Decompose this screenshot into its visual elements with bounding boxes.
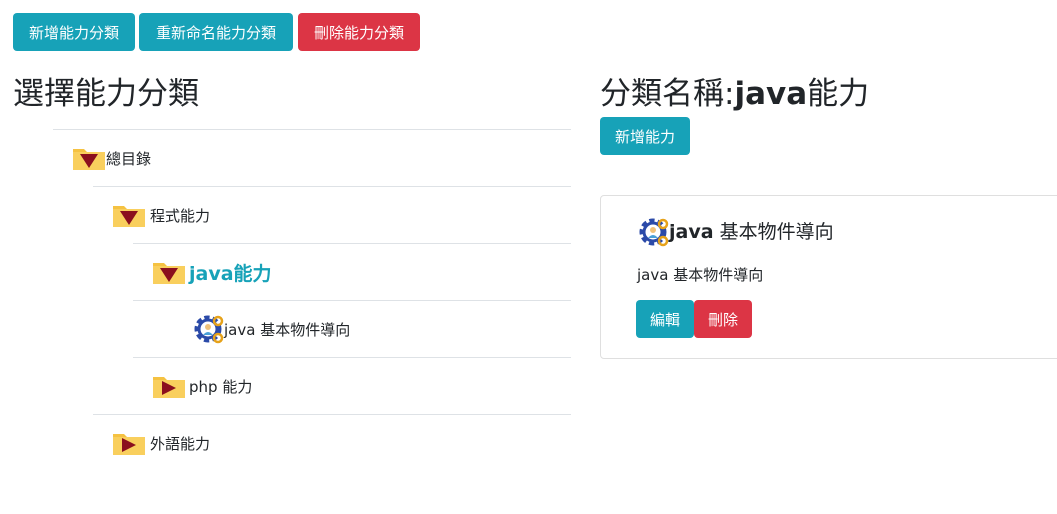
- tree-item-label: 程式能力: [150, 206, 211, 225]
- folder-open-icon: [153, 263, 185, 284]
- category-name-suffix: 能力: [807, 76, 870, 112]
- tree-item-java-oop[interactable]: java 基本物件導向: [133, 300, 571, 357]
- tree-item-foreign-language[interactable]: 外語能力: [93, 414, 571, 471]
- folder-open-icon: [73, 149, 105, 170]
- delete-button[interactable]: 刪除: [694, 300, 752, 338]
- add-skill-button[interactable]: 新增能力: [600, 117, 690, 155]
- tree-item-label: java能力: [189, 262, 272, 285]
- select-category-title: 選擇能力分類: [13, 76, 199, 112]
- page: 新增能力分類 重新命名能力分類 刪除能力分類 選擇能力分類 總目錄 程式能力 j…: [0, 0, 1057, 514]
- category-name-value: java: [734, 76, 808, 112]
- skill-card-title-bold: java: [669, 221, 714, 243]
- gear-user-icon: [639, 218, 669, 247]
- tree-item-root[interactable]: 總目錄: [53, 129, 571, 186]
- add-category-button[interactable]: 新增能力分類: [13, 13, 135, 51]
- edit-button[interactable]: 編輯: [636, 300, 694, 338]
- tree-item-label: java 基本物件導向: [224, 320, 351, 339]
- delete-category-button[interactable]: 刪除能力分類: [298, 13, 420, 51]
- folder-closed-icon: [113, 434, 145, 455]
- folder-open-icon: [113, 206, 145, 227]
- skill-card-title-rest: 基本物件導向: [713, 221, 834, 243]
- category-name-prefix: 分類名稱:: [600, 76, 735, 112]
- skill-card: java 基本物件導向 java 基本物件導向 編輯 刪除: [600, 195, 1057, 359]
- category-name-title: 分類名稱:java能力: [600, 74, 869, 114]
- tree-item-label: php 能力: [189, 377, 253, 396]
- skill-card-title: java 基本物件導向: [637, 216, 834, 248]
- tree-item-label: 總目錄: [106, 149, 152, 168]
- skill-card-text: java 基本物件導向: [637, 266, 764, 284]
- tree-item-php[interactable]: php 能力: [133, 357, 571, 414]
- tree-item-label: 外語能力: [150, 434, 211, 453]
- folder-closed-icon: [153, 377, 185, 398]
- gear-user-icon: [194, 315, 224, 344]
- tree-item-programming[interactable]: 程式能力: [93, 186, 571, 243]
- tree-item-java[interactable]: java能力: [133, 243, 571, 300]
- rename-category-button[interactable]: 重新命名能力分類: [139, 13, 293, 51]
